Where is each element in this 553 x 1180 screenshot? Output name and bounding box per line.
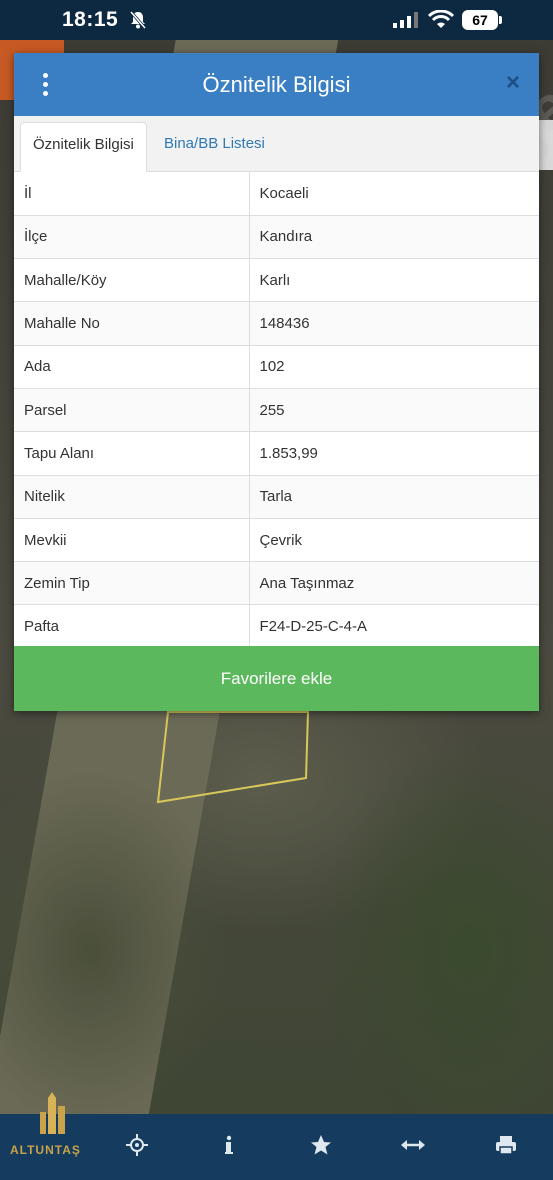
wifi-icon <box>428 10 454 28</box>
attribute-value: 102 <box>249 345 539 389</box>
attribute-key: Mahalle/Köy <box>14 258 250 303</box>
table-row: İl Kocaeli <box>14 172 539 216</box>
attribute-value: Kocaeli <box>249 172 539 216</box>
attribute-value: Tarla <box>249 475 539 519</box>
table-row: Nitelik Tarla <box>14 475 539 519</box>
map-layer-fragment <box>538 120 553 170</box>
attribute-key: Tapu Alanı <box>14 431 250 476</box>
attribute-key: Pafta <box>14 604 250 649</box>
close-icon[interactable]: × <box>503 71 523 95</box>
bottom-toolbar <box>0 1114 553 1180</box>
table-row: Tapu Alanı 1.853,99 <box>14 431 539 476</box>
bell-muted-icon <box>129 11 147 29</box>
table-row: Pafta F24-D-25-C-4-A <box>14 604 539 649</box>
attribute-value: 148436 <box>249 301 539 346</box>
attribute-key: İlçe <box>14 215 250 260</box>
attribute-key: Parsel <box>14 388 250 433</box>
battery-icon: 67 <box>462 10 498 30</box>
table-row: Zemin Tip Ana Taşınmaz <box>14 561 539 606</box>
attribute-value: F24-D-25-C-4-A <box>249 604 539 649</box>
attribute-key: Zemin Tip <box>14 561 250 606</box>
attribute-key: İl <box>14 172 250 216</box>
attribute-value: Ana Taşınmaz <box>249 561 539 606</box>
print-icon[interactable] <box>494 1134 518 1158</box>
tab-building-list[interactable]: Bina/BB Listesi <box>152 122 277 172</box>
logo-icon <box>40 1092 65 1134</box>
table-row: Mevkii Çevrik <box>14 518 539 563</box>
add-favorite-button[interactable]: Favorilere ekle <box>14 646 539 711</box>
tab-attribute-info[interactable]: Öznitelik Bilgisi <box>20 122 147 172</box>
attribute-value: 1.853,99 <box>249 431 539 476</box>
status-bar: 18:15 67 <box>0 0 553 40</box>
attribute-value: Çevrik <box>249 518 539 563</box>
cellular-signal-icon <box>393 12 418 28</box>
logo-text: ALTUNTAŞ <box>10 1143 81 1157</box>
tab-bar: Öznitelik Bilgisi Bina/BB Listesi <box>14 116 539 172</box>
table-row: İlçe Kandıra <box>14 215 539 260</box>
dialog-header: Öznitelik Bilgisi × <box>14 53 539 116</box>
status-time: 18:15 <box>62 8 119 31</box>
measure-icon[interactable] <box>401 1134 425 1158</box>
attribute-key: Ada <box>14 345 250 389</box>
attribute-dialog: Öznitelik Bilgisi × Öznitelik Bilgisi Bi… <box>14 53 539 711</box>
attribute-key: Mevkii <box>14 518 250 563</box>
table-row: Parsel 255 <box>14 388 539 433</box>
locate-icon[interactable] <box>125 1134 149 1158</box>
info-icon[interactable] <box>217 1134 241 1158</box>
battery-tip <box>499 16 502 24</box>
attribute-table: İl Kocaeli İlçe Kandıra Mahalle/Köy Karlı M… <box>14 172 539 649</box>
attribute-value: Kandıra <box>249 215 539 260</box>
table-row: Mahalle/Köy Karlı <box>14 258 539 303</box>
table-row: Ada 102 <box>14 345 539 389</box>
table-row: Mahalle No 148436 <box>14 301 539 346</box>
star-icon[interactable] <box>309 1134 333 1158</box>
attribute-value: Karlı <box>249 258 539 303</box>
dialog-title: Öznitelik Bilgisi <box>202 72 351 97</box>
attribute-value: 255 <box>249 388 539 433</box>
attribute-key: Mahalle No <box>14 301 250 346</box>
attribute-key: Nitelik <box>14 475 250 519</box>
